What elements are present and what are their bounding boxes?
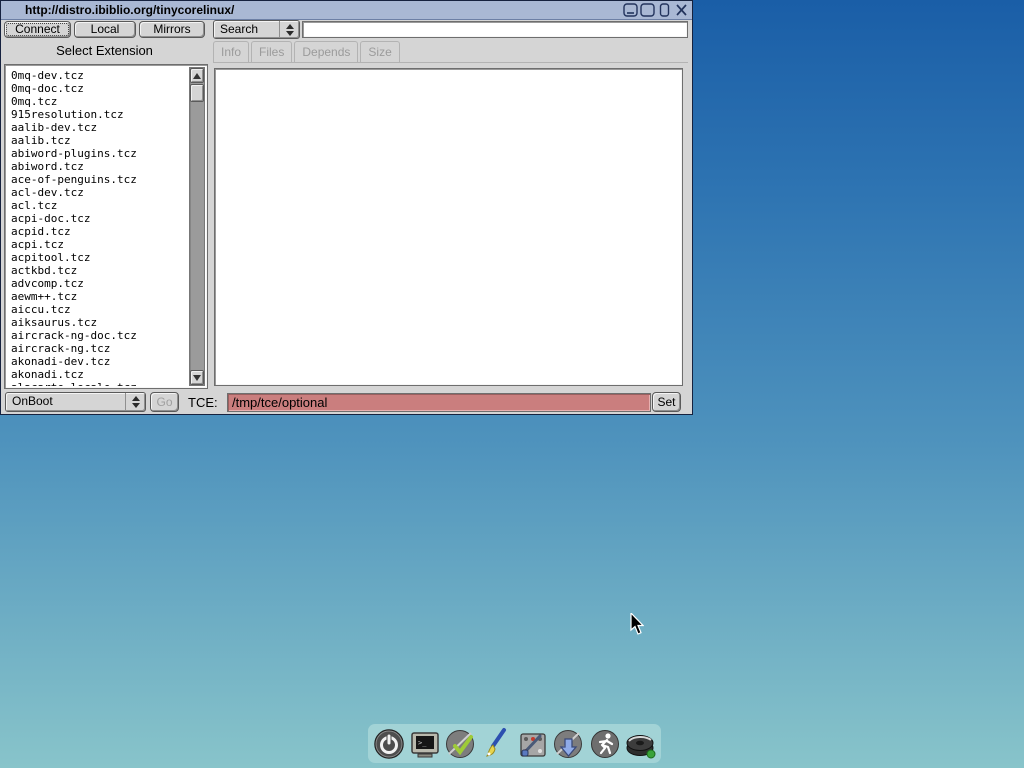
- apps-check-icon[interactable]: [444, 727, 478, 761]
- list-item[interactable]: aiccu.tcz: [11, 303, 189, 316]
- list-item[interactable]: aircrack-ng-doc.tcz: [11, 329, 189, 342]
- list-item[interactable]: 0mq-dev.tcz: [11, 69, 189, 82]
- list-item[interactable]: akonadi.tcz: [11, 368, 189, 381]
- search-mode-dropdown[interactable]: Search: [213, 20, 300, 39]
- list-item[interactable]: acpi-doc.tcz: [11, 212, 189, 225]
- shade-icon[interactable]: [657, 3, 672, 17]
- window-controls: [623, 3, 689, 17]
- tab-depends[interactable]: Depends: [294, 41, 358, 62]
- tab-files[interactable]: Files: [251, 41, 292, 62]
- paint-brush-icon[interactable]: [480, 727, 514, 761]
- dock: >_: [368, 724, 661, 763]
- list-item[interactable]: actkbd.tcz: [11, 264, 189, 277]
- maximize-icon[interactable]: [640, 3, 655, 17]
- titlebar[interactable]: http://distro.ibiblio.org/tinycorelinux/: [1, 1, 692, 20]
- list-item[interactable]: aircrack-ng.tcz: [11, 342, 189, 355]
- list-item[interactable]: aiksaurus.tcz: [11, 316, 189, 329]
- chevron-up-down-icon: [279, 21, 299, 38]
- detail-content-panel: [214, 68, 683, 386]
- control-panel-icon[interactable]: [516, 727, 550, 761]
- list-item[interactable]: akonadi-dev.tcz: [11, 355, 189, 368]
- list-item[interactable]: aewm++.tcz: [11, 290, 189, 303]
- tab-info[interactable]: Info: [213, 41, 249, 62]
- list-scrollbar[interactable]: [189, 67, 205, 386]
- chevron-up-down-icon: [125, 393, 145, 411]
- list-item[interactable]: acl.tcz: [11, 199, 189, 212]
- extension-list-panel: 0mq-dev.tcz0mq-doc.tcz0mq.tcz915resoluti…: [4, 64, 208, 389]
- onboot-dropdown[interactable]: OnBoot: [5, 392, 146, 412]
- detail-tabs: Info Files Depends Size: [213, 41, 688, 63]
- mount-disk-icon[interactable]: [624, 727, 658, 761]
- app-browser-window: http://distro.ibiblio.org/tinycorelinux/…: [0, 0, 693, 415]
- terminal-icon[interactable]: >_: [408, 727, 442, 761]
- minimize-icon[interactable]: [623, 3, 638, 17]
- run-icon[interactable]: [588, 727, 622, 761]
- list-item[interactable]: abiword-plugins.tcz: [11, 147, 189, 160]
- search-mode-value: Search: [214, 21, 279, 38]
- mirrors-button[interactable]: Mirrors: [139, 21, 205, 38]
- list-item[interactable]: 0mq.tcz: [11, 95, 189, 108]
- list-item[interactable]: alacarte-locale.tcz: [11, 381, 189, 386]
- mouse-cursor: [630, 613, 644, 635]
- onboot-value: OnBoot: [6, 393, 125, 411]
- tab-size[interactable]: Size: [360, 41, 399, 62]
- list-item[interactable]: 0mq-doc.tcz: [11, 82, 189, 95]
- list-item[interactable]: acpid.tcz: [11, 225, 189, 238]
- search-input[interactable]: [302, 21, 688, 38]
- svg-text:>_: >_: [418, 739, 427, 747]
- scrollbar-thumb[interactable]: [190, 84, 204, 102]
- connect-button[interactable]: Connect: [4, 21, 71, 38]
- list-item[interactable]: advcomp.tcz: [11, 277, 189, 290]
- scroll-down-icon[interactable]: [190, 370, 204, 385]
- apps-download-icon[interactable]: [552, 727, 586, 761]
- tce-path-input[interactable]: [227, 393, 651, 412]
- list-item[interactable]: aalib.tcz: [11, 134, 189, 147]
- go-button[interactable]: Go: [150, 392, 179, 412]
- close-icon[interactable]: [674, 3, 689, 17]
- local-button[interactable]: Local: [74, 21, 136, 38]
- scroll-up-icon[interactable]: [190, 68, 204, 83]
- list-header: Select Extension: [1, 43, 208, 58]
- list-item[interactable]: 915resolution.tcz: [11, 108, 189, 121]
- extension-list[interactable]: 0mq-dev.tcz0mq-doc.tcz0mq.tcz915resoluti…: [7, 67, 189, 386]
- power-icon[interactable]: [372, 727, 406, 761]
- tce-label: TCE:: [188, 395, 218, 410]
- window-title: http://distro.ibiblio.org/tinycorelinux/: [1, 3, 234, 17]
- set-button[interactable]: Set: [652, 392, 681, 412]
- list-item[interactable]: ace-of-penguins.tcz: [11, 173, 189, 186]
- list-item[interactable]: acl-dev.tcz: [11, 186, 189, 199]
- list-item[interactable]: aalib-dev.tcz: [11, 121, 189, 134]
- list-item[interactable]: abiword.tcz: [11, 160, 189, 173]
- list-item[interactable]: acpitool.tcz: [11, 251, 189, 264]
- list-item[interactable]: acpi.tcz: [11, 238, 189, 251]
